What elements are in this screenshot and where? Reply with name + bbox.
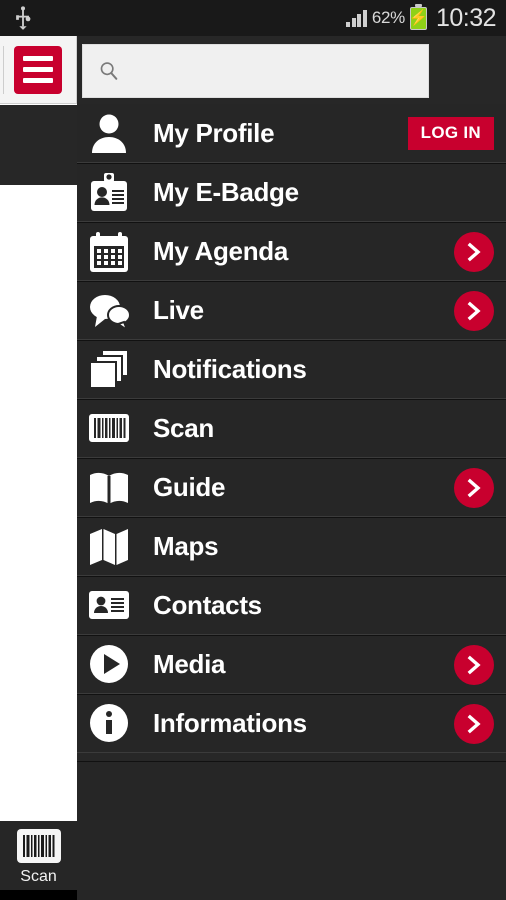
menu-item-maps[interactable]: Maps (77, 517, 506, 576)
search-input[interactable] (120, 61, 428, 81)
barcode-icon (81, 407, 137, 451)
menu-button-container (0, 36, 77, 104)
search-field[interactable] (82, 44, 429, 98)
chevron-right-icon[interactable] (454, 644, 494, 685)
menu-item-action (454, 644, 494, 685)
chevron-right-icon[interactable] (454, 703, 494, 744)
menu-item-action: LOG IN (407, 116, 494, 150)
barcode-icon (16, 829, 61, 863)
scan-shortcut-label: Scan (20, 868, 57, 885)
menu-item-label: Media (153, 649, 226, 679)
menu-item-action (454, 703, 494, 744)
chevron-right-icon[interactable] (454, 231, 494, 272)
chevron-right-icon[interactable] (454, 467, 494, 508)
menu-item-guide[interactable]: Guide (77, 458, 506, 517)
menu-item-label: Notifications (153, 354, 307, 384)
stacked-cards-icon (81, 348, 137, 392)
menu-item-label: Guide (153, 472, 226, 502)
menu-item-label: Contacts (153, 590, 262, 620)
contact-card-icon (81, 584, 137, 628)
chevron-right-icon[interactable] (454, 290, 494, 331)
clock-label: 10:32 (435, 3, 497, 32)
main-menu-list: My Profile LOG IN My E-Badge My Agenda Live N… (77, 104, 506, 753)
rail-dark-band (0, 105, 77, 185)
menu-item-my-agenda[interactable]: My Agenda (77, 222, 506, 281)
status-indicators: 62% ⚡ 10:32 (346, 3, 506, 33)
left-rail: Scan (0, 36, 77, 900)
menu-item-scan[interactable]: Scan (77, 399, 506, 458)
calendar-icon (81, 230, 137, 274)
rail-bottom-bar (0, 890, 77, 900)
search-bar-container (77, 36, 506, 104)
login-button[interactable]: LOG IN (407, 116, 494, 150)
scan-shortcut-tile[interactable]: Scan (0, 821, 77, 900)
menu-item-label: Maps (153, 531, 219, 561)
menu-item-label: My Profile (153, 117, 275, 148)
phone-screen: 62% ⚡ 10:32 Scan My Profile LOG IN My E-… (0, 0, 506, 900)
menu-empty-area (77, 761, 506, 900)
menu-item-action (454, 290, 494, 331)
menu-item-label: My Agenda (153, 236, 289, 266)
menu-item-label: Informations (153, 708, 307, 738)
info-circle-icon (81, 702, 137, 746)
id-badge-icon (81, 171, 137, 215)
play-circle-icon (81, 643, 137, 687)
folded-map-icon (81, 525, 137, 569)
menu-item-action (454, 231, 494, 272)
menu-item-label: My E-Badge (153, 177, 299, 207)
menu-item-notifications[interactable]: Notifications (77, 340, 506, 399)
person-icon (81, 111, 137, 155)
menu-item-live[interactable]: Live (77, 281, 506, 340)
menu-item-media[interactable]: Media (77, 635, 506, 694)
signal-bars-icon (346, 9, 367, 27)
menu-item-label: Live (153, 295, 204, 325)
rail-blank-area (0, 185, 77, 857)
search-icon (100, 62, 118, 80)
chat-bubbles-icon (81, 289, 137, 333)
usb-icon (16, 6, 31, 30)
status-bar: 62% ⚡ 10:32 (0, 0, 506, 36)
menu-item-my-e-badge[interactable]: My E-Badge (77, 163, 506, 222)
menu-item-informations[interactable]: Informations (77, 694, 506, 753)
battery-percent-label: 62% (371, 8, 405, 27)
battery-charging-icon: ⚡ (409, 3, 428, 30)
menu-item-label: Scan (153, 413, 214, 443)
menu-item-action (454, 467, 494, 508)
hamburger-menu-icon[interactable] (14, 45, 62, 94)
menu-item-my-profile[interactable]: My Profile LOG IN (77, 104, 506, 163)
open-book-icon (81, 466, 137, 510)
menu-item-contacts[interactable]: Contacts (77, 576, 506, 635)
